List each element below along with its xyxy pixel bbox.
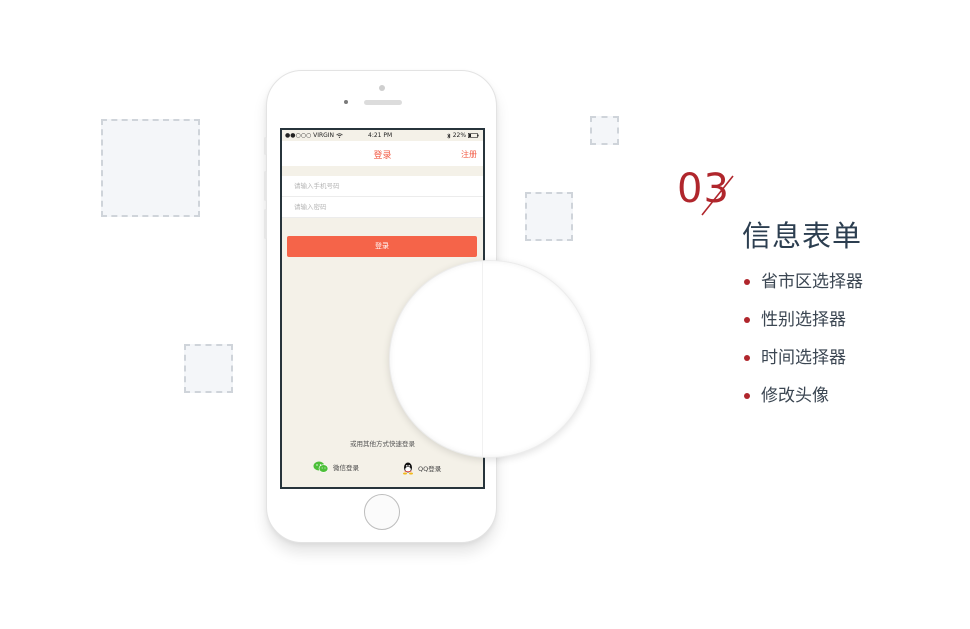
- login-button[interactable]: 登录: [287, 236, 477, 257]
- bullet-dot: [744, 393, 750, 399]
- battery-icon: [468, 133, 479, 139]
- wechat-icon: [313, 461, 329, 473]
- magnifier-guide-line: [482, 261, 483, 457]
- feature-label: 省市区选择器: [761, 272, 863, 292]
- bluetooth-icon: [447, 132, 451, 139]
- qq-label: QQ登录: [418, 465, 442, 473]
- nav-bar: 登录 注册: [282, 141, 483, 166]
- feature-item: 时间选择器: [742, 344, 863, 382]
- mute-switch: [264, 137, 267, 155]
- volume-down-button: [264, 209, 267, 239]
- feature-item: 性别选择器: [742, 306, 863, 344]
- section-title: 信息表单: [742, 219, 863, 253]
- login-form: 请输入手机号码 请输入密码: [282, 176, 483, 218]
- home-button[interactable]: [364, 494, 400, 530]
- front-camera: [344, 100, 348, 104]
- password-input[interactable]: 请输入密码: [282, 197, 483, 218]
- magnifier-circle: [389, 260, 591, 458]
- wechat-login-button[interactable]: 微信登录: [313, 461, 359, 473]
- register-link[interactable]: 注册: [461, 149, 477, 160]
- carrier-text: ●●○○○ VIRGIN: [285, 132, 343, 139]
- bullet-dot: [744, 355, 750, 361]
- decorative-square: [590, 116, 619, 145]
- status-bar: ●●○○○ VIRGIN 4:21 PM 22%: [282, 130, 483, 141]
- phone-number-input[interactable]: 请输入手机号码: [282, 176, 483, 197]
- qq-login-button[interactable]: QQ登录: [402, 461, 441, 475]
- phone-camera: [379, 85, 385, 91]
- battery-status: 22%: [447, 132, 479, 139]
- volume-up-button: [264, 171, 267, 201]
- carrier-label: ●●○○○ VIRGIN: [285, 132, 335, 139]
- feature-item: 修改头像: [742, 382, 863, 420]
- slash-decoration: [701, 175, 734, 216]
- battery-percent: 22%: [452, 132, 467, 139]
- bullet-dot: [744, 279, 750, 285]
- decorative-square: [184, 344, 233, 393]
- phone-speaker: [364, 100, 402, 105]
- wechat-label: 微信登录: [333, 464, 359, 472]
- bullet-dot: [744, 317, 750, 323]
- feature-label: 修改头像: [761, 386, 829, 406]
- feature-label: 时间选择器: [761, 348, 846, 368]
- feature-list: 省市区选择器 性别选择器 时间选择器 修改头像: [742, 268, 863, 420]
- status-time: 4:21 PM: [368, 132, 393, 139]
- feature-label: 性别选择器: [761, 310, 846, 330]
- qq-icon: [403, 462, 413, 475]
- decorative-square: [525, 192, 573, 241]
- nav-title: 登录: [373, 151, 392, 161]
- decorative-square: [101, 119, 200, 217]
- feature-item: 省市区选择器: [742, 268, 863, 306]
- wifi-icon: [336, 133, 343, 138]
